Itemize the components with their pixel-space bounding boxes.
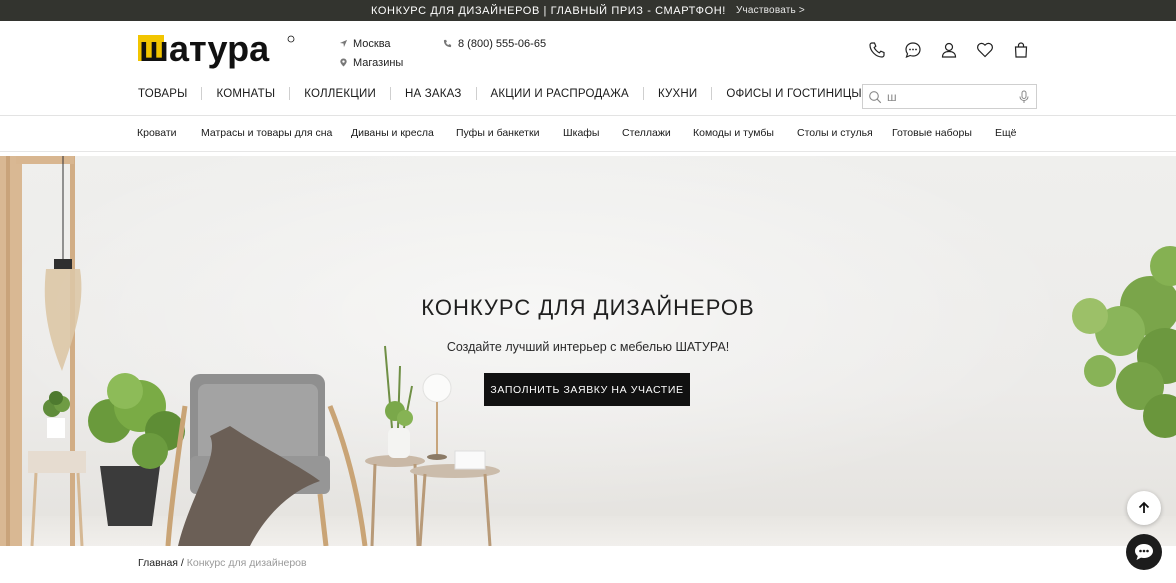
nav-item-sales[interactable]: АКЦИИ И РАСПРОДАЖА <box>491 88 629 100</box>
nav-item-collections[interactable]: КОЛЛЕКЦИИ <box>304 88 376 100</box>
nav-item-custom-order[interactable]: НА ЗАКАЗ <box>405 88 462 100</box>
category-dressers[interactable]: Комоды и тумбы <box>693 127 774 139</box>
category-nav: Кровати Матрасы и товары для сна Диваны … <box>0 116 1176 152</box>
category-shelves[interactable]: Стеллажи <box>622 127 671 139</box>
phone-number-link[interactable]: 8 (800) 555-06-65 <box>443 34 546 53</box>
category-wardrobes[interactable]: Шкафы <box>563 127 599 139</box>
chat-bubble-icon <box>1135 544 1153 560</box>
promo-bar: КОНКУРС ДЛЯ ДИЗАЙНЕРОВ | ГЛАВНЫЙ ПРИЗ - … <box>0 0 1176 21</box>
search-icon[interactable] <box>868 90 882 104</box>
category-tables-chairs[interactable]: Столы и стулья <box>797 127 873 139</box>
arrow-up-icon <box>1138 501 1150 513</box>
nav-item-rooms[interactable]: КОМНАТЫ <box>216 88 275 100</box>
site-header: шатура Москва Магазины 8 (800) 555-06-65… <box>0 21 1176 116</box>
nav-divider <box>389 87 391 100</box>
user-icon[interactable] <box>940 41 958 59</box>
breadcrumb-current: Конкурс для дизайнеров <box>186 557 307 569</box>
microphone-icon[interactable] <box>1017 90 1031 104</box>
category-sofas[interactable]: Диваны и кресла <box>351 127 434 139</box>
nav-divider <box>711 87 713 100</box>
category-ready-sets[interactable]: Готовые наборы <box>892 127 972 139</box>
breadcrumb-home[interactable]: Главная <box>138 557 178 569</box>
city-selector[interactable]: Москва <box>339 34 403 53</box>
chat-icon[interactable] <box>904 41 922 59</box>
nav-divider <box>642 87 644 100</box>
scroll-to-top-button[interactable] <box>1127 491 1161 525</box>
breadcrumb-separator: / <box>180 557 184 569</box>
chat-widget-button[interactable] <box>1126 534 1162 570</box>
stores-label: Магазины <box>353 56 404 69</box>
location-arrow-icon <box>339 39 348 48</box>
city-label: Москва <box>353 37 391 50</box>
stores-link[interactable]: Магазины <box>339 53 403 72</box>
bag-icon[interactable] <box>1012 41 1030 59</box>
category-poufs[interactable]: Пуфы и банкетки <box>456 127 539 139</box>
header-icons <box>868 41 1030 59</box>
location-block: Москва Магазины <box>339 34 403 72</box>
hero-title: КОНКУРС ДЛЯ ДИЗАЙНЕРОВ <box>421 295 755 320</box>
main-nav: ТОВАРЫ КОМНАТЫ КОЛЛЕКЦИИ НА ЗАКАЗ АКЦИИ … <box>138 87 862 100</box>
category-mattresses[interactable]: Матрасы и товары для сна <box>201 127 332 139</box>
breadcrumb: Главная / Конкурс для дизайнеров <box>138 557 307 569</box>
hero-subtitle: Создайте лучший интерьер с мебелью ШАТУР… <box>446 340 730 354</box>
map-pin-icon <box>340 58 347 67</box>
promo-participate-link[interactable]: Участвовать > <box>736 5 805 16</box>
nav-divider <box>289 87 291 100</box>
search-box <box>862 84 1037 109</box>
nav-item-offices-hotels[interactable]: ОФИСЫ И ГОСТИНИЦЫ <box>726 88 862 100</box>
phone-number: 8 (800) 555-06-65 <box>458 37 547 50</box>
logo-wordmark: шатура <box>139 31 270 69</box>
promo-text: КОНКУРС ДЛЯ ДИЗАЙНЕРОВ | ГЛАВНЫЙ ПРИЗ - … <box>371 4 726 17</box>
hero-banner: КОНКУРС ДЛЯ ДИЗАЙНЕРОВ Создайте лучший и… <box>0 156 1176 546</box>
nav-item-goods[interactable]: ТОВАРЫ <box>138 88 187 100</box>
search-input[interactable] <box>887 89 1012 104</box>
category-more[interactable]: Ещё <box>995 127 1016 139</box>
category-beds[interactable]: Кровати <box>137 127 177 139</box>
nav-item-kitchens[interactable]: КУХНИ <box>658 88 697 100</box>
heart-icon[interactable] <box>976 41 994 59</box>
apply-button[interactable]: ЗАПОЛНИТЬ ЗАЯВКУ НА УЧАСТИЕ <box>484 373 690 406</box>
logo[interactable]: шатура <box>138 28 296 71</box>
nav-divider <box>201 87 203 100</box>
phone-icon[interactable] <box>868 41 886 59</box>
nav-divider <box>475 87 477 100</box>
phone-small-icon <box>443 39 452 48</box>
